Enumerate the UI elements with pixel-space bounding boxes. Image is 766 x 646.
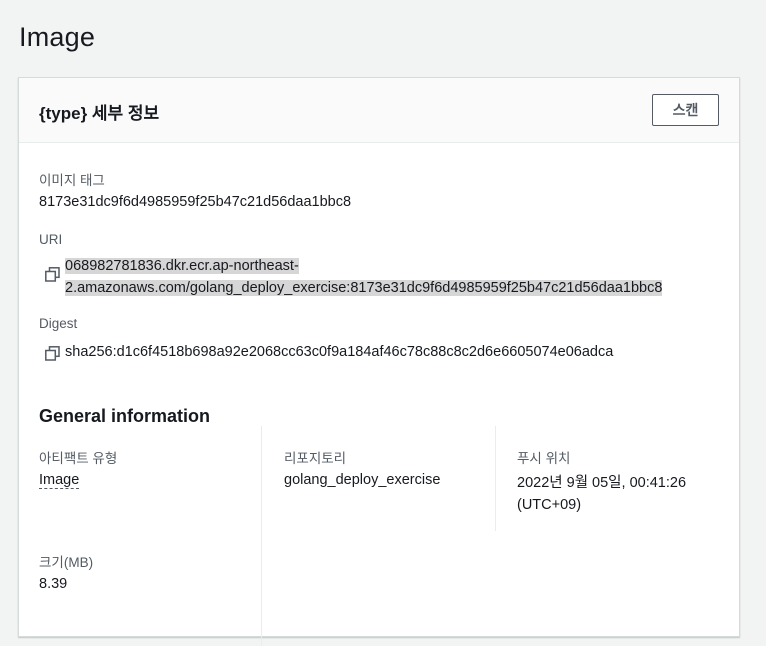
digest-label: Digest [39,316,78,331]
repository-label: 리포지토리 [284,451,347,466]
image-tag-value: 8173e31dc9f6d4985959f25b47c21d56daa1bbc8 [39,194,352,210]
pushed-at-timezone: (UTC+09) [517,497,582,513]
artifact-type-value[interactable]: Image [39,472,80,489]
scan-button[interactable]: 스캔 [652,94,719,126]
pushed-at-label: 푸시 위치 [517,451,571,466]
column-divider-2 [495,426,496,531]
pushed-at-date: 2022년 9월 05일, 00:41:26 [517,475,687,491]
general-information-heading: General information [39,406,211,426]
panel-title: {type} 세부 정보 [39,104,160,123]
pushed-at-value: 2022년 9월 05일, 00:41:26 (UTC+09) [517,472,686,516]
uri-label: URI [39,232,63,247]
digest-value: sha256:d1c6f4518b698a92e2068cc63c0f9a184… [65,344,614,360]
panel-header: {type} 세부 정보 스캔 [19,78,739,143]
size-label: 크기(MB) [39,555,94,570]
image-tag-label: 이미지 태그 [39,173,105,188]
size-value: 8.39 [39,576,68,592]
copy-digest-icon[interactable] [45,346,61,362]
image-details-panel: {type} 세부 정보 스캔 이미지 태그 8173e31dc9f6d4985… [18,77,740,646]
uri-line-2: 2.amazonaws.com/golang_deploy_exercise:8… [65,280,663,296]
copy-uri-icon[interactable] [45,267,61,283]
uri-line-1: 068982781836.dkr.ecr.ap-northeast- [65,258,299,274]
page-title: Image [19,22,96,52]
repository-value: golang_deploy_exercise [284,472,441,488]
artifact-type-label: 아티팩트 유형 [39,451,118,466]
column-divider-1 [261,426,262,646]
uri-value: 068982781836.dkr.ecr.ap-northeast- 2.ama… [65,255,685,299]
